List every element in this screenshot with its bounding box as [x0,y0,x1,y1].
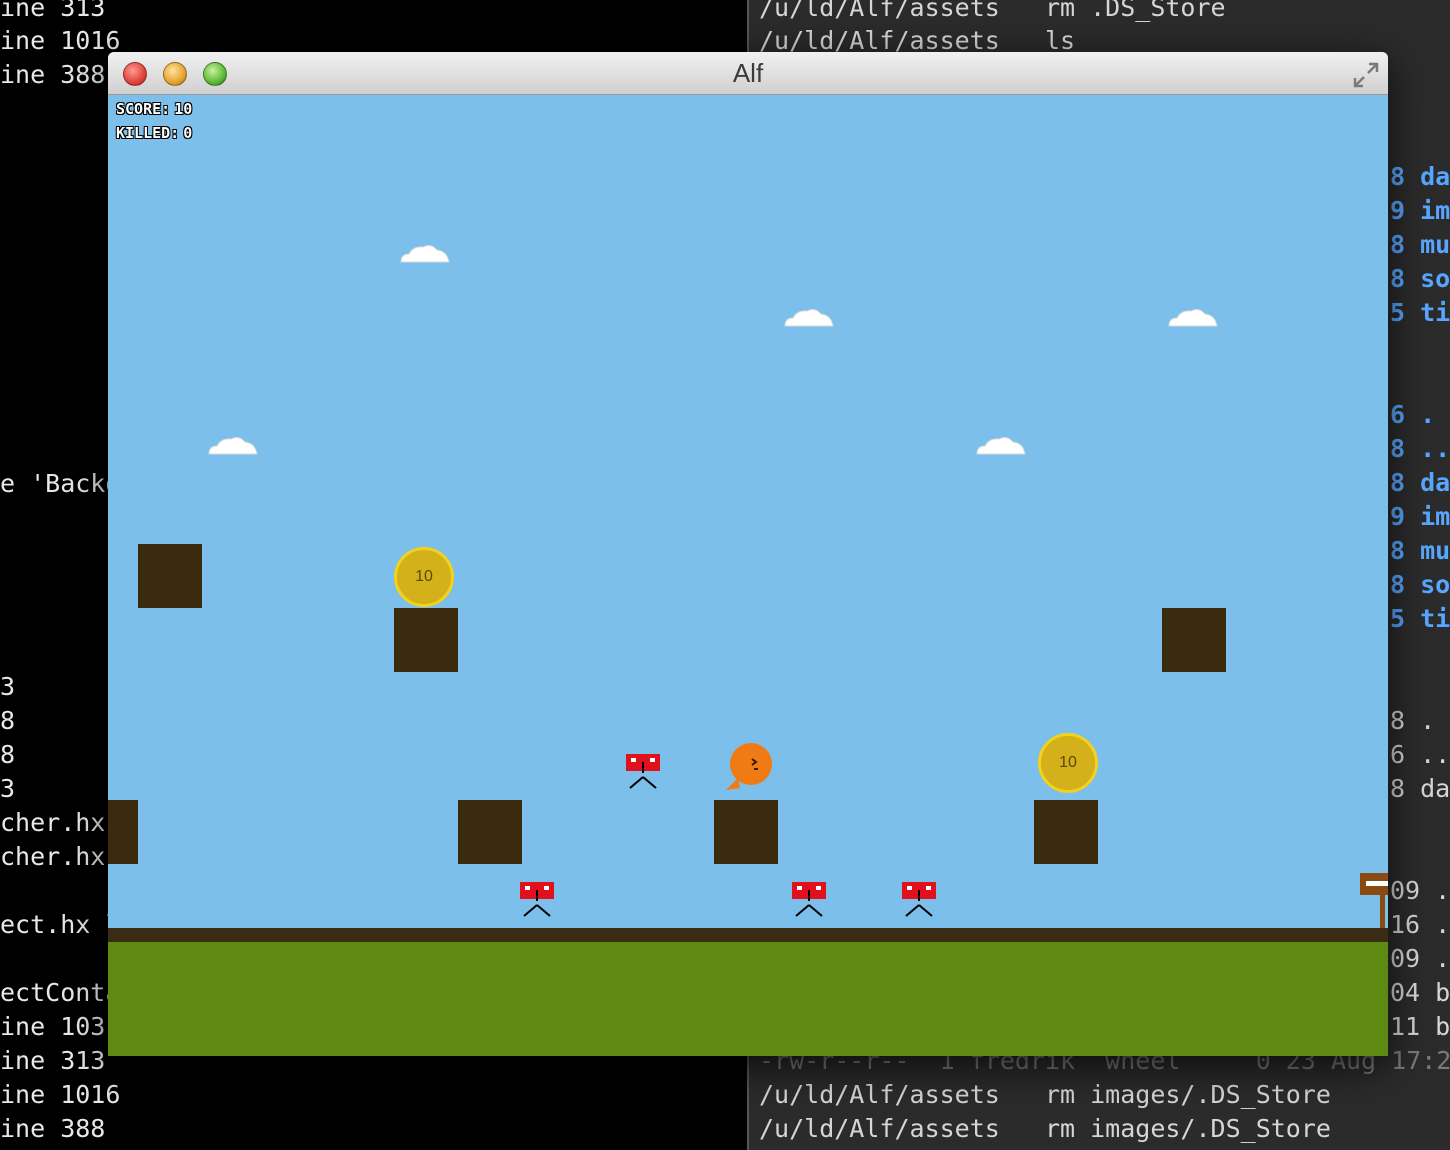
terminal-line: 16 .. [1390,910,1450,939]
terminal-line: ine 313 [0,0,106,22]
enemy-sprite [792,882,826,917]
terminal-line: /u/ld/Alf/assets rm images/.DS_Store [759,1114,1331,1143]
killed-label: KILLED: [116,124,180,142]
window-title: Alf [732,58,764,88]
enemy-sprite [902,882,936,917]
terminal-line: 8 dat [1390,468,1450,497]
ground-block [458,800,522,864]
terminal-line: 09 .D [1390,944,1450,973]
game-canvas[interactable]: SCORE: 10 KILLED: 0 10 10 [108,95,1388,1056]
ground-block [138,544,202,608]
terminal-line: /u/ld/Alf/assets rm images/.DS_Store [759,1080,1331,1109]
ground-block [714,800,778,864]
terminal-line: 8 mus [1390,536,1450,565]
ground-block [108,800,138,864]
terminal-line: 11 ba [1390,1012,1450,1041]
terminal-line: /u/ld/Alf/assets rm .DS_Store [759,0,1226,22]
title-bar[interactable]: Alf [108,52,1388,95]
terminal-line: 8 dat [1390,774,1450,803]
terminal-line: ine 388 [0,1114,106,1143]
cloud [784,309,834,327]
killed-value: 0 [183,124,193,142]
coin: 10 [1038,733,1098,793]
terminal-line: ine 313 [0,1046,106,1075]
ground-block [394,608,458,672]
terminal-line: 6 . [1390,400,1436,429]
terminal-line: 9 ima [1390,196,1450,225]
terminal-line: 8 mus [1390,230,1450,259]
coin: 10 [394,547,454,607]
game-window: Alf SCORE: 10 KILLED: 0 10 10 [108,52,1388,1056]
killed-display: KILLED: 0 [116,124,192,142]
terminal-line: ine 1016 [0,26,121,55]
score-label: SCORE: [116,100,171,118]
player-sprite [726,743,772,790]
enemy-sprite [520,882,554,917]
terminal-line: 8 [0,740,16,769]
terminal-line: 8 . [1390,706,1436,735]
fullscreen-icon[interactable] [1351,60,1381,90]
coin-value: 10 [415,568,433,585]
terminal-line: ine 388 [0,60,106,89]
terminal-line: ine 1031 [0,1012,121,1041]
ground-edge [108,928,1388,942]
terminal-line: ectConta [0,978,121,1007]
terminal-line: ect.hx l [0,910,121,939]
terminal-line: 5 til [1390,298,1450,327]
goal-sign-icon [1360,873,1388,928]
terminal-line: 8 [0,706,16,735]
terminal-line: cher.hx [0,842,106,871]
cloud [208,437,258,455]
ground-block [1162,608,1226,672]
terminal-line: 09 . [1390,876,1450,905]
ground-block [1034,800,1098,864]
terminal-line: 04 ba [1390,978,1450,1007]
score-value: 10 [174,100,193,118]
terminal-line: cher.hx [0,808,106,837]
terminal-line: 9 ima [1390,502,1450,531]
terminal-line: e 'Backg [0,469,121,498]
terminal-line: 8 dat [1390,162,1450,191]
grass-ground [108,942,1388,1056]
cloud [1168,309,1218,327]
terminal-line: 8 sou [1390,264,1450,293]
enemy-sprite [626,754,660,789]
terminal-line: 8 sou [1390,570,1450,599]
terminal-line: 3 [0,774,16,803]
cloud [976,437,1026,455]
terminal-line: 3 [0,672,16,701]
coin-value: 10 [1059,754,1077,771]
terminal-line: 5 til [1390,604,1450,633]
cloud [400,245,450,263]
terminal-line: 6 .. [1390,740,1450,769]
terminal-line: 8 .. [1390,434,1450,463]
terminal-line: ine 1016 [0,1080,121,1109]
score-display: SCORE: 10 [116,100,192,118]
